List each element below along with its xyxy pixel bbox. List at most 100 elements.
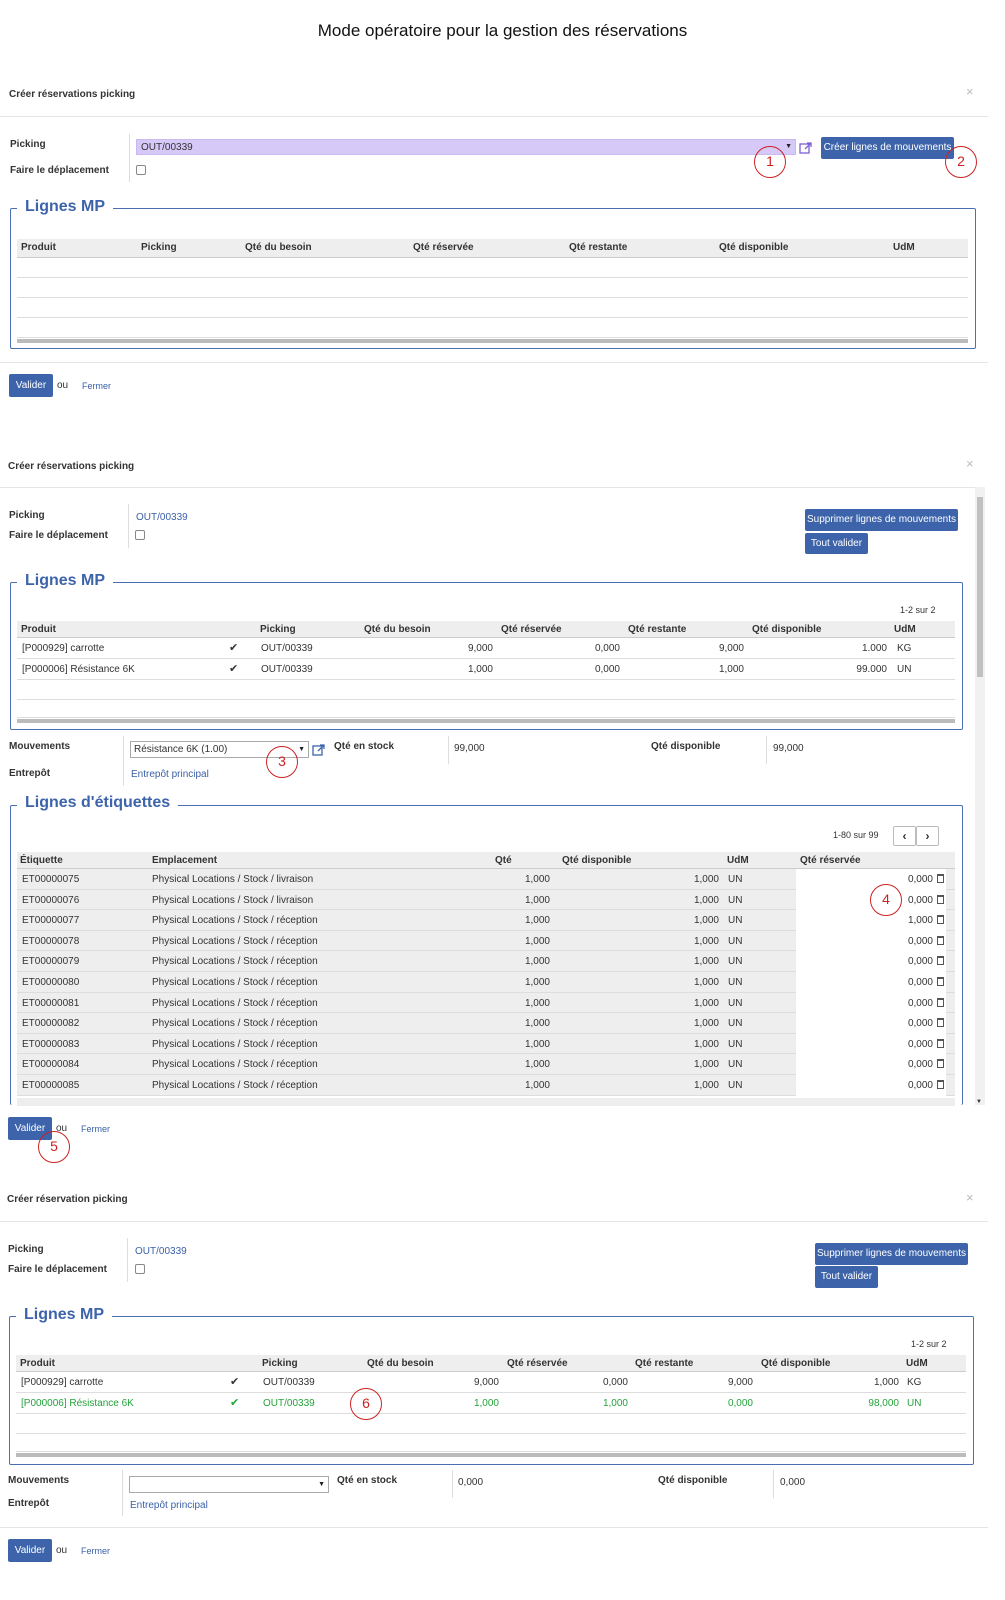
- table-row[interactable]: ET00000075 Physical Locations / Stock / l…: [17, 869, 955, 890]
- table-row[interactable]: ET00000084 Physical Locations / Stock / r…: [17, 1054, 955, 1075]
- qte-reservee-value: 0,000: [907, 956, 933, 968]
- trash-icon[interactable]: [937, 1080, 944, 1089]
- etiquette-cell: ET00000080: [22, 977, 80, 988]
- qte-cell: 1,000: [524, 956, 550, 968]
- entrepot-link[interactable]: Entrepôt principal: [130, 1500, 208, 1511]
- qte-dispo-cell: 1,000: [693, 1080, 719, 1091]
- supprimer-lignes-button[interactable]: Supprimer lignes de mouvements: [815, 1243, 968, 1265]
- qte-dispo-value: 99,000: [773, 743, 804, 754]
- pager-next-button[interactable]: ›: [916, 826, 939, 846]
- faire-deplacement-checkbox[interactable]: [135, 1264, 145, 1274]
- step-marker: 6: [350, 1388, 382, 1420]
- qte-reservee-cell[interactable]: 0,000: [796, 930, 946, 952]
- qte-reservee-value: 0,000: [907, 894, 933, 906]
- etiquette-cell: ET00000085: [22, 1080, 80, 1091]
- etiquette-cell: ET00000081: [22, 997, 80, 1009]
- qte-cell: 1,000: [524, 1059, 550, 1071]
- qte-reservee-cell[interactable]: 0,000: [796, 972, 946, 993]
- table-row[interactable]: [P000929] carrotte ✔ OUT/00339 9,000 0,0…: [16, 1372, 966, 1393]
- emplacement-cell: Physical Locations / Stock / réception: [152, 1080, 318, 1091]
- faire-deplacement-checkbox[interactable]: [136, 165, 146, 175]
- faire-deplacement-checkbox[interactable]: [135, 530, 145, 540]
- trash-icon[interactable]: [937, 1038, 944, 1048]
- mp-pager: 1-2 sur 2: [900, 605, 936, 615]
- picking-label: Picking: [8, 1244, 44, 1255]
- qte-stock-value: 99,000: [454, 743, 485, 754]
- table-row: [17, 680, 955, 700]
- qte-reservee-cell[interactable]: 0,000: [796, 1033, 946, 1055]
- fermer-link[interactable]: Fermer: [81, 1124, 110, 1134]
- fermer-link[interactable]: Fermer: [82, 381, 111, 391]
- supprimer-lignes-button[interactable]: Supprimer lignes de mouvements: [805, 509, 958, 531]
- table-row[interactable]: ET00000080 Physical Locations / Stock / r…: [17, 972, 955, 993]
- trash-icon[interactable]: [937, 935, 944, 945]
- trash-icon[interactable]: [937, 956, 944, 966]
- picking-link[interactable]: OUT/00339: [136, 512, 188, 523]
- faire-deplacement-label: Faire le déplacement: [9, 530, 108, 541]
- qte-reservee-cell[interactable]: 0,000: [796, 869, 946, 890]
- qte-dispo-cell: 1,000: [693, 956, 719, 968]
- entrepot-label: Entrepôt: [9, 768, 51, 779]
- close-icon[interactable]: ×: [966, 1190, 974, 1205]
- table-row[interactable]: [P000929] carrotte ✔ OUT/00339 9,000 0,0…: [17, 638, 955, 659]
- table-row[interactable]: ET00000083 Physical Locations / Stock / r…: [17, 1033, 955, 1055]
- close-icon[interactable]: ×: [966, 84, 974, 99]
- external-link-icon[interactable]: [799, 141, 813, 155]
- emplacement-cell: Physical Locations / Stock / réception: [152, 935, 318, 947]
- trash-icon[interactable]: [937, 997, 944, 1007]
- table-row[interactable]: ET00000082 Physical Locations / Stock / r…: [17, 1013, 955, 1034]
- table-row[interactable]: [P000006] Résistance 6K ✔ OUT/00339 1,00…: [17, 659, 955, 680]
- trash-icon[interactable]: [937, 915, 944, 925]
- qte-dispo-cell: 1,000: [693, 915, 719, 927]
- tout-valider-button[interactable]: Tout valider: [815, 1266, 878, 1288]
- entrepot-link[interactable]: Entrepôt principal: [131, 769, 209, 780]
- valider-button[interactable]: Valider: [8, 1539, 52, 1562]
- picking-select[interactable]: OUT/00339 ▼: [136, 139, 796, 155]
- trash-icon[interactable]: [937, 874, 944, 883]
- qte-cell: 1,000: [524, 894, 550, 906]
- external-link-icon[interactable]: [312, 743, 326, 757]
- udm-cell: UN: [728, 1018, 743, 1030]
- lignes-mp-legend: Lignes MP: [17, 198, 114, 216]
- table-row[interactable]: ET00000085 Physical Locations / Stock / r…: [17, 1075, 955, 1096]
- creer-lignes-button[interactable]: Créer lignes de mouvements: [821, 137, 954, 159]
- table-row[interactable]: ET00000076 Physical Locations / Stock / l…: [17, 889, 955, 911]
- horizontal-scrollbar[interactable]: [16, 1453, 966, 1457]
- faire-deplacement-label: Faire le déplacement: [8, 1264, 107, 1275]
- table-row[interactable]: [P000006] Résistance 6K ✔ OUT/00339 1,00…: [16, 1393, 966, 1414]
- udm-cell: UN: [728, 997, 743, 1009]
- close-icon[interactable]: ×: [966, 456, 974, 471]
- horizontal-scrollbar[interactable]: [17, 719, 955, 723]
- trash-icon[interactable]: [937, 894, 944, 904]
- qte-reservee-cell[interactable]: 1,000: [796, 910, 946, 931]
- table-row[interactable]: ET00000079 Physical Locations / Stock / r…: [17, 951, 955, 972]
- etiquette-cell: ET00000078: [22, 935, 80, 947]
- picking-link[interactable]: OUT/00339: [135, 1246, 187, 1257]
- table-row[interactable]: ET00000078 Physical Locations / Stock / r…: [17, 930, 955, 952]
- trash-icon[interactable]: [937, 1059, 944, 1069]
- qte-dispo-cell: 1,000: [693, 935, 719, 947]
- table-row[interactable]: ET00000077 Physical Locations / Stock / r…: [17, 910, 955, 931]
- table-row: [17, 1098, 955, 1106]
- qte-reservee-cell[interactable]: 0,000: [796, 951, 946, 972]
- table-row[interactable]: ET00000081 Physical Locations / Stock / r…: [17, 992, 955, 1014]
- etiquette-cell: ET00000079: [22, 956, 80, 968]
- trash-icon[interactable]: [937, 1018, 944, 1028]
- emplacement-cell: Physical Locations / Stock / réception: [152, 956, 318, 968]
- qte-reservee-cell[interactable]: 0,000: [796, 992, 946, 1014]
- valider-button[interactable]: Valider: [9, 374, 53, 397]
- udm-cell: UN: [728, 977, 743, 988]
- qte-dispo-cell: 1,000: [693, 894, 719, 906]
- qte-reservee-cell[interactable]: 0,000: [796, 1013, 946, 1034]
- qte-reservee-cell[interactable]: 0,000: [796, 1054, 946, 1075]
- qte-reservee-cell[interactable]: 0,000: [796, 1075, 946, 1096]
- mouvements-select[interactable]: ▼: [129, 1476, 329, 1493]
- pager-previous-button[interactable]: ‹: [893, 826, 916, 846]
- vertical-scrollbar[interactable]: ▼: [975, 487, 985, 1105]
- horizontal-scrollbar[interactable]: [17, 339, 968, 343]
- tout-valider-button[interactable]: Tout valider: [805, 533, 868, 554]
- emplacement-cell: Physical Locations / Stock / livraison: [152, 874, 314, 885]
- fermer-link[interactable]: Fermer: [81, 1546, 110, 1556]
- trash-icon[interactable]: [937, 977, 944, 986]
- etiq-pager: 1-80 sur 99: [833, 830, 879, 840]
